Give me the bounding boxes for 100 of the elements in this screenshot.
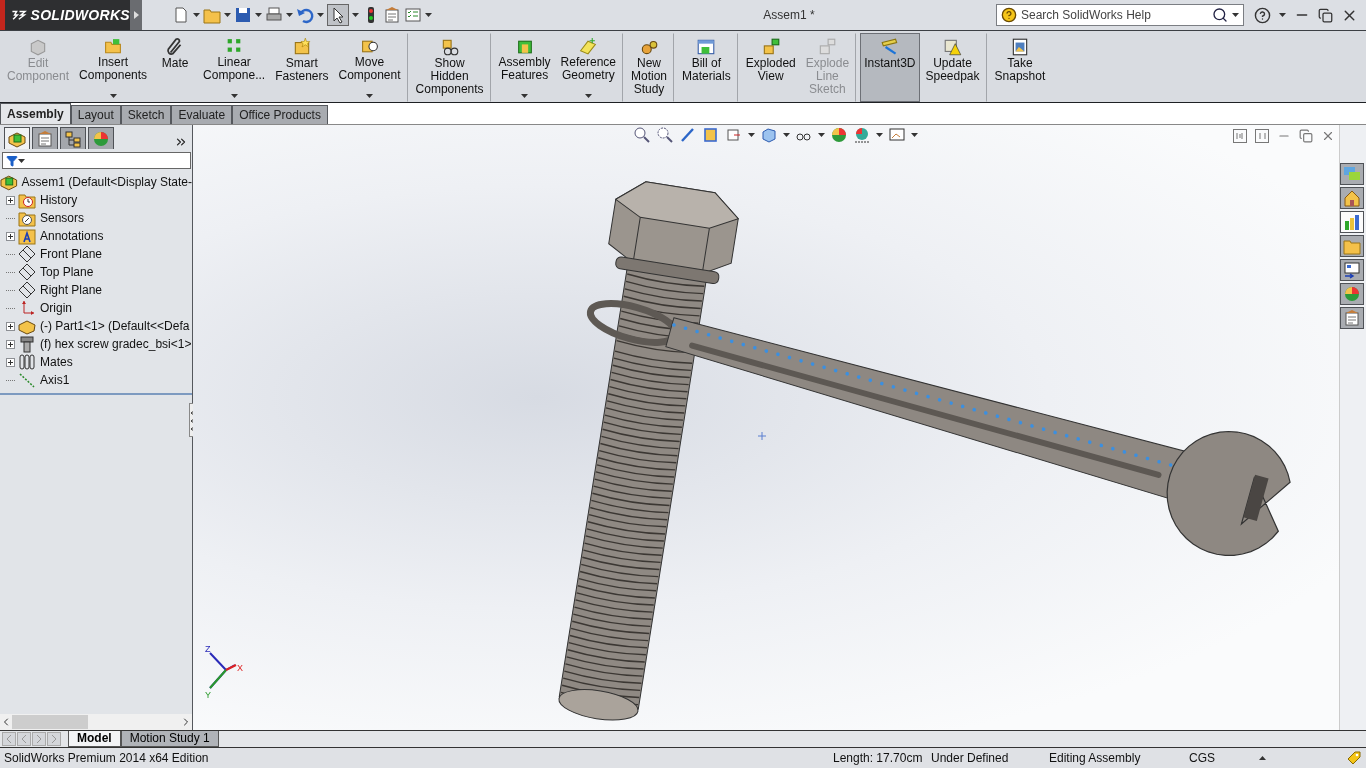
expand-icon[interactable] — [6, 321, 15, 331]
expand-icon[interactable] — [174, 135, 188, 149]
caret-icon[interactable] — [1279, 13, 1286, 17]
caret-icon[interactable] — [193, 13, 200, 17]
caret-icon[interactable] — [911, 133, 918, 137]
command-tab[interactable]: Layout — [70, 105, 121, 124]
checklist-icon[interactable] — [404, 6, 422, 24]
status-field: Under Defined — [931, 751, 1049, 765]
task-pane-tab[interactable] — [1340, 163, 1364, 185]
task-pane-tab[interactable] — [1340, 211, 1364, 233]
ribbon-button[interactable]: New Motion Study — [627, 33, 674, 102]
view-orientation-icon[interactable] — [725, 126, 743, 144]
task-pane-tab[interactable] — [1340, 235, 1364, 257]
task-pane-tab[interactable] — [1340, 307, 1364, 329]
caret-icon[interactable] — [1232, 13, 1239, 17]
tree-item[interactable]: Axis1 — [0, 371, 192, 389]
caret-icon[interactable] — [818, 133, 825, 137]
tree-item[interactable]: Sensors — [0, 209, 192, 227]
caret-icon[interactable] — [521, 94, 529, 98]
expand-icon[interactable] — [6, 357, 15, 367]
caret-icon[interactable] — [255, 13, 262, 17]
appearance-icon[interactable] — [830, 126, 848, 144]
split-left-icon[interactable] — [1233, 129, 1247, 143]
view-settings-icon[interactable] — [888, 126, 906, 144]
tree-item[interactable]: Mates — [0, 353, 192, 371]
save-icon[interactable] — [234, 6, 252, 24]
task-pane-tab[interactable] — [1340, 187, 1364, 209]
expand-icon[interactable] — [6, 339, 15, 349]
ribbon-button[interactable]: Reference Geometry — [556, 33, 623, 102]
caret-icon[interactable] — [425, 13, 432, 17]
print-icon[interactable] — [265, 6, 283, 24]
tree-item[interactable]: Right Plane — [0, 281, 192, 299]
window-title: Assem1 * — [762, 8, 816, 22]
tree-item[interactable]: (f) hex screw gradec_bsi<1> — [0, 335, 192, 353]
caret-icon[interactable] — [352, 13, 359, 17]
tree-item[interactable]: (-) Part1<1> (Default<<Defa — [0, 317, 192, 335]
ribbon-button[interactable]: Linear Compone... — [199, 33, 270, 102]
caret-icon[interactable] — [748, 133, 755, 137]
previous-view-icon[interactable] — [679, 126, 697, 144]
tag-icon[interactable] — [1346, 750, 1362, 766]
help-icon[interactable] — [1254, 6, 1271, 24]
ribbon-button[interactable]: Smart Fasteners — [271, 33, 333, 102]
scroll-bar[interactable] — [0, 714, 192, 730]
ribbon-button[interactable]: Bill of Materials — [678, 33, 738, 102]
bottom-tab[interactable]: Motion Study 1 — [120, 731, 219, 747]
ribbon-button[interactable]: Take Snapshot — [990, 33, 1050, 102]
ribbon-button[interactable]: Update Speedpak — [921, 33, 987, 102]
ribbon-button[interactable]: Show Hidden Components — [411, 33, 491, 102]
split-right-icon[interactable] — [1255, 129, 1269, 143]
section-view-icon[interactable] — [702, 126, 720, 144]
command-tab[interactable]: Office Products — [232, 105, 328, 124]
close-icon[interactable] — [1321, 129, 1335, 143]
task-pane-tab[interactable] — [1340, 259, 1364, 281]
ribbon-button[interactable]: Move Component — [334, 33, 408, 102]
plane-icon — [578, 37, 599, 56]
tree-item[interactable]: History — [0, 191, 192, 209]
scene-icon[interactable] — [853, 126, 871, 144]
panel-tab[interactable] — [32, 127, 58, 149]
command-tab[interactable]: Sketch — [120, 105, 172, 124]
panel-tab[interactable] — [60, 127, 86, 149]
caret-icon[interactable] — [783, 133, 790, 137]
caret-icon[interactable] — [584, 94, 592, 98]
zoom-area-icon[interactable] — [656, 126, 674, 144]
restore-icon[interactable] — [1318, 7, 1333, 23]
caret-icon[interactable] — [317, 13, 324, 17]
caret-icon[interactable] — [109, 94, 117, 98]
caret-icon[interactable] — [230, 94, 238, 98]
ribbon-button[interactable]: Insert Components — [75, 33, 152, 102]
filter-field[interactable] — [2, 152, 191, 169]
panel-tab[interactable] — [4, 127, 30, 149]
caret-icon[interactable] — [366, 94, 373, 98]
tree-item[interactable]: Top Plane — [0, 263, 192, 281]
zoom-to-fit-icon[interactable] — [633, 126, 651, 144]
expand-icon[interactable] — [6, 231, 15, 241]
select-pointer-icon[interactable] — [327, 4, 349, 26]
caret-icon[interactable] — [876, 133, 883, 137]
search-field[interactable]: Search SolidWorks Help — [996, 4, 1244, 26]
tree-item[interactable]: Annotations — [0, 227, 192, 245]
cube-icon — [28, 37, 48, 57]
tree-item[interactable]: Front Plane — [0, 245, 192, 263]
ribbon-button[interactable]: Assembly Features — [494, 33, 555, 102]
graphics-area[interactable]: Z Y X — [193, 125, 1339, 730]
caret-icon[interactable] — [224, 13, 231, 17]
command-tab[interactable]: Assembly — [0, 103, 71, 124]
tree-item[interactable]: Assem1 (Default<Display State- — [0, 173, 192, 191]
caret-icon[interactable] — [286, 13, 293, 17]
tree-item[interactable]: Origin — [0, 299, 192, 317]
panel-tab[interactable] — [88, 127, 114, 149]
restore-icon[interactable] — [1299, 129, 1313, 143]
ribbon-button[interactable]: Exploded View — [741, 33, 800, 102]
expand-arrow-icon[interactable] — [133, 11, 139, 19]
up-arrow-icon[interactable] — [1259, 756, 1266, 760]
undo-icon[interactable] — [296, 6, 314, 24]
task-pane-tab[interactable] — [1340, 283, 1364, 305]
ribbon-button[interactable]: Mate — [153, 33, 198, 102]
search-icon[interactable] — [1212, 7, 1228, 23]
ribbon-button[interactable]: Instant3D — [860, 33, 920, 102]
bottom-tab[interactable]: Model — [68, 731, 121, 747]
expand-icon[interactable] — [6, 195, 15, 205]
command-tab[interactable]: Evaluate — [171, 105, 233, 124]
